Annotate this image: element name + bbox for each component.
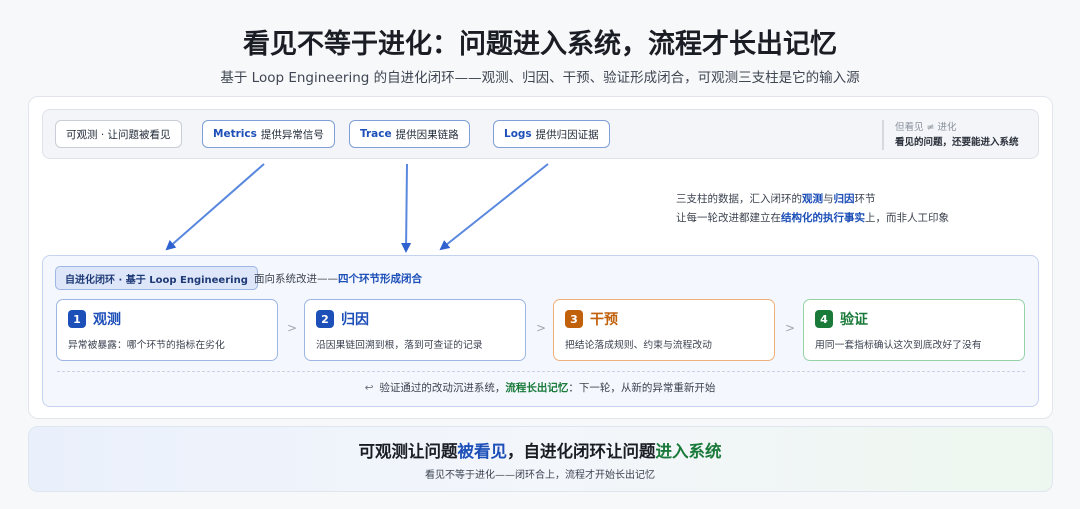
step-card-observe: 1 观测 异常被暴露：哪个环节的指标在劣化 [56,299,278,361]
step-name: 验证 [840,312,868,328]
arrow-trace [401,163,412,253]
chevron-right-icon: > [287,321,298,335]
step-desc: 用同一套指标确认这次到底改好了没有 [815,340,982,351]
loop-caption: 面向系统改进——四个环节形成闭合 [254,273,422,285]
step-name: 归因 [341,312,369,328]
banner-main: 可观测让问题被看见，自进化闭环让问题进入系统 [358,442,722,461]
banner-sub: 看见不等于进化——闭环合上，流程才开始长出记忆 [425,470,655,481]
step-name: 干预 [590,312,618,328]
arrow-logs [439,163,549,251]
side-note: 三支柱的数据，汇入闭环的观测与归因环节 让每一轮改进都建立在结构化的执行事实上，… [676,190,949,228]
loop-footer: ↩ 验证通过的改动沉进系统，流程长出记忆：下一轮，从新的异常重新开始 [364,382,716,394]
step-number: 1 [68,310,86,328]
step-desc: 沿因果链回溯到根，落到可查证的记录 [316,340,483,351]
step-desc: 异常被暴露：哪个环节的指标在劣化 [68,340,225,351]
step-number: 3 [565,310,583,328]
step-card-intervention: 3 干预 把结论落成规则、约束与流程改动 [553,299,775,361]
loop-tag: 自进化闭环 · 基于 Loop Engineering [55,266,258,290]
step-card-attribution: 2 归因 沿因果链回溯到根，落到可查证的记录 [304,299,526,361]
step-desc: 把结论落成规则、约束与流程改动 [565,340,712,351]
chevron-right-icon: > [536,321,547,335]
return-arrow-icon: ↩ [364,382,374,394]
loop-divider [57,371,1025,372]
step-card-verification: 4 验证 用同一套指标确认这次到底改好了没有 [803,299,1025,361]
chevron-right-icon: > [785,321,796,335]
step-name: 观测 [93,312,121,328]
side-note-line2: 让每一轮改进都建立在结构化的执行事实上，而非人工印象 [676,212,949,224]
step-number: 2 [316,310,334,328]
side-note-line1: 三支柱的数据，汇入闭环的观测与归因环节 [676,193,876,205]
step-number: 4 [815,310,833,328]
arrow-metrics [165,163,265,251]
